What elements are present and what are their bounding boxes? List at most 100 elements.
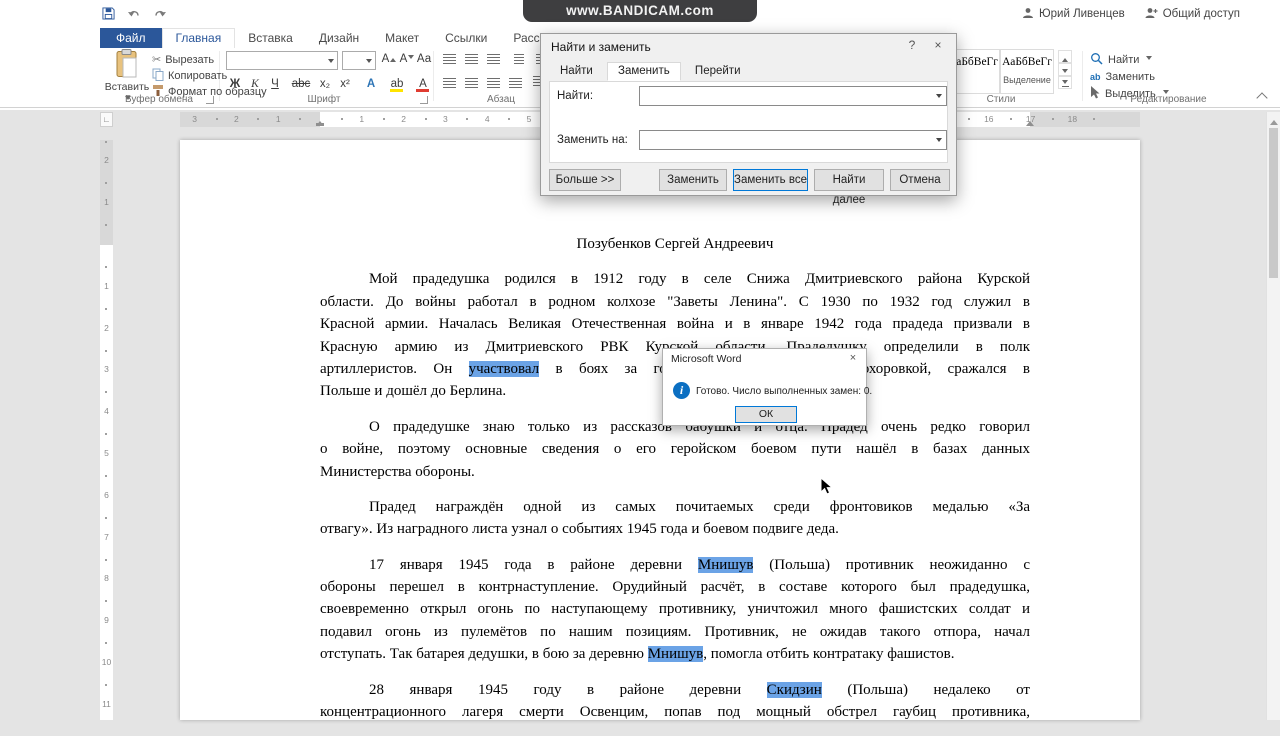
shrink-font-button[interactable]: А — [398, 50, 416, 68]
scissors-icon: ✂ — [152, 53, 161, 66]
styles-scroll-down-icon[interactable] — [1058, 63, 1072, 76]
replace-button-dialog[interactable]: Заменить — [659, 169, 727, 191]
ruler-tick — [105, 350, 107, 352]
scroll-up-icon[interactable] — [1270, 116, 1278, 125]
bold-button[interactable]: Ж — [226, 75, 244, 93]
vertical-scrollbar[interactable] — [1266, 112, 1280, 720]
chevron-down-icon — [328, 59, 334, 66]
text-segment: Красной армии. Началась Великая Отечеств… — [320, 316, 1030, 332]
word-message-box: Microsoft Word × i Готово. Число выполне… — [662, 348, 867, 426]
ruler-number: 5 — [100, 448, 113, 458]
replace-label: Заменить — [1106, 71, 1155, 83]
copy-button[interactable]: Копировать — [152, 68, 227, 83]
ruler-tick — [299, 118, 301, 120]
align-left-button[interactable] — [440, 76, 458, 94]
tab-find[interactable]: Найти — [549, 62, 604, 81]
change-case-button[interactable]: Аа — [416, 50, 432, 68]
left-indent-marker[interactable] — [316, 123, 324, 126]
italic-button[interactable]: К — [246, 75, 264, 93]
styles-gallery-expand-icon[interactable] — [1058, 76, 1072, 89]
tab-replace[interactable]: Заменить — [607, 62, 681, 81]
tab-insert[interactable]: Вставка — [235, 28, 306, 48]
text-line: Позубенков Сергей Андреевич — [320, 233, 1030, 255]
replace-input[interactable] — [639, 130, 947, 150]
text-segment: Польше и дошёл до Берлина. — [320, 383, 506, 399]
find-next-button[interactable]: Найти далее — [814, 169, 884, 191]
grow-font-button[interactable]: А — [380, 50, 398, 68]
paragraph: 17 января 1945 года в районе деревни Мни… — [320, 554, 1030, 666]
share-label: Общий доступ — [1163, 8, 1240, 20]
align-center-button[interactable] — [462, 76, 480, 94]
tab-file[interactable]: Файл — [100, 28, 162, 48]
group-separator — [433, 51, 434, 101]
text-segment: отступать. Так батарея дедушки, в бою за… — [320, 646, 648, 662]
info-icon: i — [673, 382, 690, 399]
replace-icon: ab — [1090, 72, 1101, 82]
share-button[interactable]: Общий доступ — [1145, 7, 1240, 22]
ruler-tick — [105, 391, 107, 393]
tab-design[interactable]: Дизайн — [306, 28, 372, 48]
superscript-button[interactable]: x² — [336, 75, 354, 93]
cancel-button[interactable]: Отмена — [890, 169, 950, 191]
align-right-button[interactable] — [484, 76, 502, 94]
highlighted-match: участвовал — [469, 361, 540, 377]
right-indent-marker[interactable] — [1026, 117, 1034, 126]
close-icon[interactable]: × — [924, 36, 952, 55]
font-dialog-launcher-icon[interactable] — [420, 96, 428, 104]
more-button[interactable]: Больше >> — [549, 169, 621, 191]
ruler-tick — [105, 600, 107, 602]
close-icon[interactable]: × — [844, 351, 862, 366]
subscript-button[interactable]: x₂ — [316, 75, 334, 93]
decrease-indent-button[interactable] — [510, 52, 528, 70]
text-line: Красной армии. Началась Великая Отечеств… — [320, 313, 1030, 335]
styles-scroll-up-icon[interactable] — [1058, 50, 1072, 63]
highlight-color-button[interactable]: ab — [388, 75, 406, 93]
ruler-tick — [257, 118, 259, 120]
find-button[interactable]: Найти — [1090, 52, 1152, 67]
text-line: 28 января 1945 году в районе деревни Ски… — [320, 679, 1030, 701]
text-effects-button[interactable]: А — [362, 75, 380, 93]
save-icon[interactable] — [102, 7, 115, 20]
editing-group-label: Редактирование — [1086, 94, 1251, 105]
style-card-emphasis[interactable]: АаБбВеГг Выделение — [1000, 49, 1054, 94]
text-line: Мой прадедушка родился в 1912 году в сел… — [320, 268, 1030, 290]
scrollbar-thumb[interactable] — [1269, 128, 1278, 278]
ok-button[interactable]: ОК — [735, 406, 797, 423]
chevron-down-icon[interactable] — [936, 94, 942, 101]
underline-button[interactable]: Ч — [266, 75, 284, 93]
chevron-down-icon[interactable] — [936, 138, 942, 145]
font-size-combo[interactable] — [342, 51, 376, 70]
font-name-combo[interactable] — [226, 51, 338, 70]
undo-icon[interactable] — [127, 8, 141, 20]
tab-layout[interactable]: Макет — [372, 28, 432, 48]
strikethrough-button[interactable]: abc — [290, 75, 312, 93]
tab-references[interactable]: Ссылки — [432, 28, 500, 48]
ruler-tick — [105, 266, 107, 268]
tab-home[interactable]: Главная — [162, 28, 236, 48]
text-segment: (Польша) противник неожиданно с — [753, 557, 1030, 573]
user-account[interactable]: Юрий Ливенцев — [1022, 7, 1125, 22]
text-segment: 17 января 1945 года в районе деревни — [369, 557, 698, 573]
replace-button[interactable]: ab Заменить — [1090, 69, 1155, 84]
text-line: о войне, поэтому основные сведения о его… — [320, 438, 1030, 460]
text-line: Прадед награждён одной из самых почитаем… — [320, 496, 1030, 518]
multilevel-list-button[interactable] — [484, 52, 502, 70]
text-segment: о войне, поэтому основные сведения о его… — [320, 441, 1030, 457]
numbering-button[interactable] — [462, 52, 480, 70]
paragraph: Прадед награждён одной из самых почитаем… — [320, 496, 1030, 541]
font-color-button[interactable]: А — [414, 75, 432, 93]
replace-all-button[interactable]: Заменить все — [733, 169, 808, 191]
document-page[interactable]: Позубенков Сергей Андреевич Мой прадедушк… — [180, 140, 1140, 720]
tab-selector-box[interactable]: ∟ — [100, 112, 113, 127]
find-input[interactable] — [639, 86, 947, 106]
help-icon[interactable]: ? — [898, 36, 926, 55]
bullets-button[interactable] — [440, 52, 458, 70]
clipboard-dialog-launcher-icon[interactable] — [206, 96, 214, 104]
text-segment: концентрационного лагеря смерти Освенцим… — [320, 704, 1030, 720]
tab-goto[interactable]: Перейти — [684, 62, 752, 81]
justify-button[interactable] — [506, 76, 524, 94]
vertical-ruler[interactable]: 123456789101112 — [100, 140, 113, 720]
cut-button[interactable]: ✂ Вырезать — [152, 52, 214, 67]
redo-icon[interactable] — [153, 8, 167, 20]
collapse-ribbon-icon[interactable] — [1256, 92, 1267, 103]
